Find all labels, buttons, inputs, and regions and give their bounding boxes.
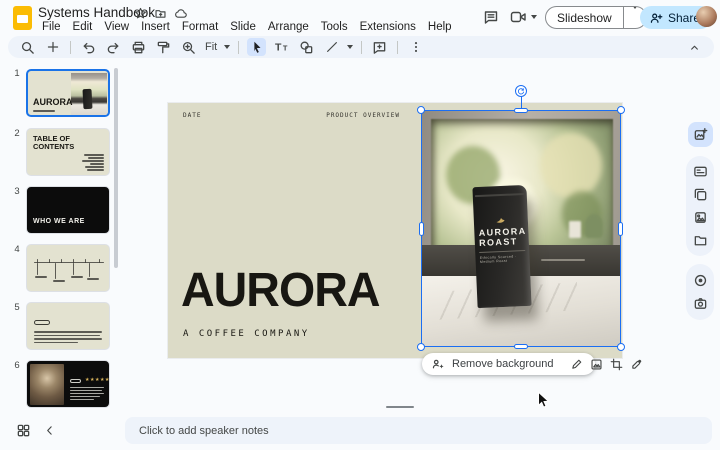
thumb2-title: TABLE OF CONTENTS [33, 135, 87, 151]
speaker-notes-input[interactable]: Click to add speaker notes [125, 417, 712, 444]
shapes-icon[interactable] [297, 38, 316, 56]
menu-view[interactable]: View [98, 19, 135, 35]
menu-tools[interactable]: Tools [315, 19, 354, 35]
svg-text:T: T [283, 44, 288, 53]
slide-number: 3 [8, 186, 26, 197]
person-add-icon [649, 11, 663, 25]
collapse-toolbar-icon[interactable] [685, 38, 704, 56]
colorize-icon[interactable] [630, 358, 643, 371]
plant [585, 214, 603, 238]
menu-arrange[interactable]: Arrange [262, 19, 315, 35]
menu-help[interactable]: Help [422, 19, 458, 35]
menu-slide[interactable]: Slide [224, 19, 262, 35]
slide-number: 6 [8, 360, 26, 371]
thumb3-title: WHO WE ARE [33, 218, 85, 225]
insert-image-icon[interactable] [688, 122, 713, 147]
zoom-level-select[interactable]: Fit [205, 41, 217, 53]
text-box-icon[interactable]: TT [272, 38, 291, 56]
menu-format[interactable]: Format [176, 19, 224, 35]
search-icon[interactable] [18, 38, 37, 56]
bag-bird-logo [495, 215, 507, 225]
slide-thumbnail-1[interactable]: AURORA [26, 69, 110, 117]
bag-tagline: Ethically Sourced · Medium Roast [480, 250, 526, 264]
grid-view-icon[interactable] [16, 423, 31, 438]
thumb6-pill [70, 379, 81, 383]
svg-text:T: T [275, 42, 282, 54]
slide-date-label[interactable]: DATE [183, 112, 201, 119]
menu-insert[interactable]: Insert [135, 19, 176, 35]
bag-product: ROAST [479, 236, 525, 248]
speaker-notes-placeholder: Click to add speaker notes [139, 425, 269, 437]
undo-icon[interactable] [79, 38, 98, 56]
thumb6-photo [30, 364, 64, 405]
slide-canvas[interactable]: DATE PRODUCT OVERVIEW AURORA A COFFEE CO… [168, 103, 622, 358]
select-cursor-icon[interactable] [247, 38, 266, 56]
card-icon[interactable] [693, 164, 708, 179]
menu-edit[interactable]: Edit [67, 19, 99, 35]
thumb6-stars: ★★★★★ [85, 377, 110, 383]
remove-background-icon[interactable] [431, 357, 445, 371]
menu-file[interactable]: File [36, 19, 67, 35]
slide-thumbnail-4[interactable] [26, 244, 110, 292]
line-caret-icon[interactable] [347, 45, 353, 49]
video-call-icon[interactable] [510, 10, 537, 24]
rail-group-2 [686, 264, 714, 320]
menu-bar: File Edit View Insert Format Slide Arran… [36, 19, 458, 35]
rotate-handle-icon[interactable] [515, 85, 527, 97]
collapse-filmstrip-icon[interactable] [43, 424, 56, 437]
mouse-cursor [537, 391, 550, 410]
paint-format-icon[interactable] [154, 38, 173, 56]
camera-icon[interactable] [693, 296, 708, 311]
slide-thumbnail-2[interactable]: TABLE OF CONTENTS [26, 128, 110, 176]
slideshow-button[interactable]: Slideshow [545, 6, 647, 29]
vase [569, 221, 581, 238]
video-call-caret-icon[interactable] [531, 15, 537, 19]
slide-image[interactable]: AURORA ROAST Ethically Sourced · Medium … [421, 110, 621, 347]
image-context-toolbar: Remove background [422, 353, 595, 375]
slide-number: 5 [8, 302, 26, 313]
slide-section-label[interactable]: PRODUCT OVERVIEW [326, 112, 400, 119]
line-tool-icon[interactable] [322, 38, 341, 56]
main-toolbar: Fit TT [8, 36, 714, 58]
coffee-bag: AURORA ROAST Ethically Sourced · Medium … [472, 185, 531, 308]
crop-icon[interactable] [610, 358, 623, 371]
slide-number: 4 [8, 244, 26, 255]
notes-resize-handle[interactable] [386, 406, 414, 408]
thumb5-pill [34, 320, 50, 325]
filmstrip-scrollbar[interactable] [114, 68, 118, 268]
slideshow-label: Slideshow [546, 11, 623, 25]
layers-icon[interactable] [693, 187, 708, 202]
remove-background-button[interactable]: Remove background [452, 358, 554, 370]
edit-pen-icon[interactable] [570, 358, 583, 371]
slide-thumbnail-6[interactable]: ★★★★★ [26, 360, 110, 408]
slide-subtitle[interactable]: A COFFEE COMPANY [183, 329, 310, 339]
slide-number: 2 [8, 128, 26, 139]
account-avatar[interactable] [696, 6, 717, 27]
thumb1-image [71, 73, 107, 117]
record-icon[interactable] [693, 273, 708, 288]
slide-thumbnail-3[interactable]: WHO WE ARE [26, 186, 110, 234]
rail-group-1 [686, 156, 714, 256]
slide-number: 1 [8, 68, 26, 79]
more-vert-icon[interactable] [406, 38, 425, 56]
zoom-fit-icon[interactable] [179, 38, 198, 56]
folder-icon[interactable] [693, 233, 708, 248]
image-share-icon[interactable] [693, 210, 708, 225]
print-icon[interactable] [129, 38, 148, 56]
thumb1-title: AURORA [33, 97, 73, 107]
new-slide-button[interactable] [43, 38, 62, 56]
slide-thumbnail-5[interactable] [26, 302, 110, 350]
menu-extensions[interactable]: Extensions [354, 19, 422, 35]
slide-title[interactable]: AURORA [181, 263, 380, 318]
redo-icon[interactable] [104, 38, 123, 56]
add-comment-icon[interactable] [370, 38, 389, 56]
zoom-caret-icon[interactable] [224, 45, 230, 49]
comment-icon[interactable] [483, 9, 499, 25]
slides-logo[interactable] [13, 6, 32, 30]
header: Systems Handbook File Edit View Insert F… [0, 0, 720, 35]
replace-image-icon[interactable] [590, 358, 603, 371]
